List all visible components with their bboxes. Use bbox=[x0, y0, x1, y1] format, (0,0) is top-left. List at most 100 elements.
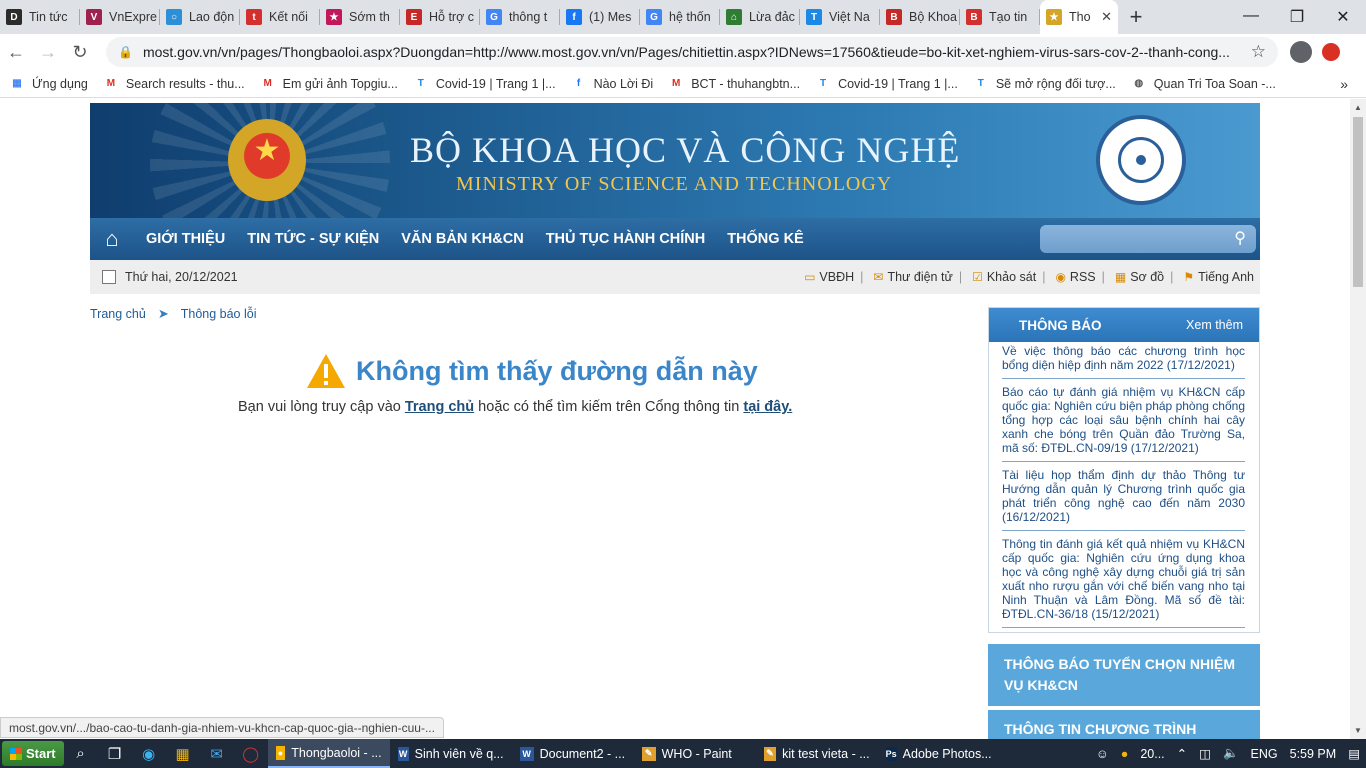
page-scrollbar[interactable]: ▲ ▼ bbox=[1350, 99, 1366, 739]
close-tab-icon[interactable]: ✕ bbox=[1101, 9, 1112, 25]
taskbar-app[interactable]: W Sinh viên về q... bbox=[390, 739, 512, 768]
bookmarks-overflow-button[interactable]: » bbox=[1340, 76, 1348, 92]
browser-tab[interactable]: D Tin tức bbox=[0, 0, 80, 34]
bookmark-item[interactable]: T Covid-19 | Trang 1 |... bbox=[414, 77, 556, 91]
windows-logo-icon bbox=[10, 747, 22, 760]
lock-icon: 🔒 bbox=[118, 45, 133, 59]
browser-tab[interactable]: Gthông t bbox=[480, 0, 560, 34]
edge-icon[interactable]: ◉ bbox=[132, 745, 166, 763]
start-button[interactable]: Start bbox=[2, 741, 64, 766]
bookmark-star-icon[interactable]: ☆ bbox=[1251, 42, 1266, 62]
address-bar[interactable]: 🔒 most.gov.vn/vn/pages/Thongbaoloi.aspx?… bbox=[106, 37, 1278, 67]
minimize-button[interactable]: — bbox=[1228, 7, 1274, 27]
clock[interactable]: 5:59 PM bbox=[1290, 747, 1337, 761]
bookmark-label: Sẽ mở rộng đối tượ... bbox=[995, 76, 1116, 91]
menu-item[interactable]: THỐNG KÊ bbox=[727, 231, 804, 247]
store-icon[interactable]: ▦ bbox=[166, 745, 200, 763]
app-icon: ✎ bbox=[641, 746, 656, 761]
tender-notice-box[interactable]: THÔNG BÁO TUYỂN CHỌN NHIỆM VỤ KH&CN bbox=[988, 644, 1260, 706]
scroll-up-icon[interactable]: ▲ bbox=[1350, 103, 1366, 112]
weather-temp[interactable]: 20... bbox=[1140, 747, 1164, 761]
taskbar-app[interactable]: ● Thongbaoloi - ... bbox=[267, 739, 390, 768]
extension-icon[interactable] bbox=[1322, 43, 1340, 61]
bookmark-item[interactable]: M Search results - thu... bbox=[104, 77, 245, 91]
site-search-input[interactable]: ⚲ bbox=[1040, 225, 1256, 253]
bookmark-item[interactable]: ▦ Ứng dụng bbox=[10, 77, 88, 91]
bookmark-favicon-icon: T bbox=[820, 78, 827, 89]
taskbar-app[interactable]: ✎ kit test vieta - ... bbox=[756, 739, 878, 768]
network-icon[interactable]: ◫ bbox=[1199, 746, 1211, 761]
browser-tab[interactable]: ★ Tho ✕ bbox=[1040, 0, 1118, 34]
utility-link[interactable]: ⚑ Tiếng Anh bbox=[1183, 270, 1254, 284]
new-tab-button[interactable]: + bbox=[1118, 4, 1154, 30]
browser-tab[interactable]: f (1) Mes bbox=[560, 0, 640, 34]
browser-tab[interactable]: B Tạo tin bbox=[960, 0, 1040, 34]
task-view-icon[interactable]: ❐ bbox=[98, 745, 132, 763]
bookmark-item[interactable]: T Sẽ mở rộng đối tượ... bbox=[974, 77, 1116, 91]
browser-tab[interactable]: Ghệ thốn bbox=[640, 0, 720, 34]
utility-link[interactable]: ◉ RSS bbox=[1055, 270, 1095, 284]
menu-item[interactable]: THỦ TỤC HÀNH CHÍNH bbox=[546, 231, 706, 247]
search-here-link[interactable]: tại đây. bbox=[743, 399, 792, 415]
utility-link-label: Khảo sát bbox=[986, 270, 1037, 284]
mail-icon[interactable]: ✉ bbox=[200, 745, 234, 763]
utility-link[interactable]: ✉ Thư điện tử bbox=[873, 270, 952, 284]
taskbar-app-label: Thongbaoloi - ... bbox=[291, 745, 382, 760]
browser-tab[interactable]: T Việt Na bbox=[800, 0, 880, 34]
bookmark-item[interactable]: ◍ Quan Tri Toa Soan -... bbox=[1132, 77, 1275, 91]
back-icon[interactable]: ← bbox=[0, 42, 32, 63]
bookmark-item[interactable]: M BCT - thuhangbtn... bbox=[669, 77, 800, 91]
reload-icon[interactable]: ↻ bbox=[64, 42, 96, 63]
home-page-link[interactable]: Trang chủ bbox=[405, 399, 474, 415]
language-indicator[interactable]: ENG bbox=[1251, 747, 1278, 761]
bookmark-item[interactable]: f Nào Lời Đi bbox=[572, 77, 653, 91]
browser-tab[interactable]: ⌂ Lừa đảc bbox=[720, 0, 800, 34]
volume-icon[interactable]: 🔈 bbox=[1223, 746, 1239, 761]
maximize-button[interactable]: ❐ bbox=[1274, 7, 1320, 27]
notice-item[interactable]: Thông tin đánh giá kết quả nhiệm vụ KH&C… bbox=[1002, 535, 1245, 628]
browser-tab[interactable]: V VnExpre bbox=[80, 0, 160, 34]
opera-icon[interactable]: ◯ bbox=[234, 745, 268, 763]
people-icon[interactable]: ☺ bbox=[1096, 747, 1109, 761]
link-separator: | bbox=[1101, 270, 1105, 284]
weather-icon[interactable]: ● bbox=[1121, 747, 1129, 761]
taskbar-app[interactable]: W Document2 - ... bbox=[512, 739, 634, 768]
utility-link[interactable]: ▦ Sơ đồ bbox=[1115, 270, 1164, 284]
close-window-button[interactable]: ✕ bbox=[1320, 7, 1366, 27]
notice-header: THÔNG BÁO Xem thêm bbox=[989, 308, 1259, 342]
notice-item[interactable]: Báo cáo tự đánh giá nhiệm vụ KH&CN cấp q… bbox=[1002, 383, 1245, 462]
browser-tab[interactable]: t Kết nối bbox=[240, 0, 320, 34]
scroll-down-icon[interactable]: ▼ bbox=[1350, 726, 1366, 735]
utility-link[interactable]: ☑ Khảo sát bbox=[972, 270, 1036, 284]
bookmark-item[interactable]: M Em gửi ảnh Topgiu... bbox=[261, 77, 398, 91]
breadcrumb-home-link[interactable]: Trang chủ bbox=[90, 307, 146, 321]
browser-tab[interactable]: E Hỗ trợ c bbox=[400, 0, 480, 34]
program-info-box[interactable]: THÔNG TIN CHƯƠNG TRÌNH bbox=[988, 710, 1260, 739]
notice-item[interactable]: Tài liệu họp thẩm định dự thảo Thông tư … bbox=[1002, 466, 1245, 531]
browser-tab[interactable]: ○ Lao độn bbox=[160, 0, 240, 34]
utility-link[interactable]: ▭ VBĐH bbox=[804, 270, 854, 284]
notification-icon[interactable]: ▤ bbox=[1348, 746, 1360, 761]
national-emblem-logo[interactable]: ★ bbox=[228, 119, 306, 201]
taskbar-app[interactable]: ✎ WHO - Paint bbox=[634, 739, 756, 768]
taskbar-app[interactable]: Ps Adobe Photos... bbox=[878, 739, 1000, 768]
menu-item[interactable]: TIN TỨC - SỰ KIỆN bbox=[247, 231, 379, 247]
browser-tab[interactable]: ★ Sớm th bbox=[320, 0, 400, 34]
search-icon[interactable]: ⚲ bbox=[1234, 228, 1246, 248]
profile-avatar[interactable] bbox=[1290, 41, 1312, 63]
notice-item[interactable]: Về việc thông báo các chương trình học b… bbox=[1002, 342, 1245, 379]
browser-tab[interactable]: B Bộ Khoa bbox=[880, 0, 960, 34]
bookmark-item[interactable]: T Covid-19 | Trang 1 |... bbox=[816, 77, 958, 91]
menu-item[interactable]: VĂN BẢN KH&CN bbox=[401, 231, 523, 247]
notice-list[interactable]: Về việc thông báo các chương trình học b… bbox=[989, 342, 1259, 632]
search-icon[interactable]: ⌕ bbox=[64, 745, 98, 762]
menu-item[interactable]: GIỚI THIỆU bbox=[146, 231, 225, 247]
link-status-bar: most.gov.vn/.../bao-cao-tu-danh-gia-nhie… bbox=[0, 717, 444, 738]
notice-more-link[interactable]: Xem thêm bbox=[1186, 318, 1243, 332]
bookmark-label: Ứng dụng bbox=[32, 76, 88, 91]
url-text[interactable]: most.gov.vn/vn/pages/Thongbaoloi.aspx?Du… bbox=[143, 44, 1251, 60]
tray-chevron-icon[interactable]: ⌃ bbox=[1177, 746, 1187, 761]
scroll-thumb[interactable] bbox=[1353, 117, 1363, 287]
forward-icon[interactable]: → bbox=[32, 42, 64, 63]
home-icon[interactable]: ⌂ bbox=[90, 218, 134, 260]
